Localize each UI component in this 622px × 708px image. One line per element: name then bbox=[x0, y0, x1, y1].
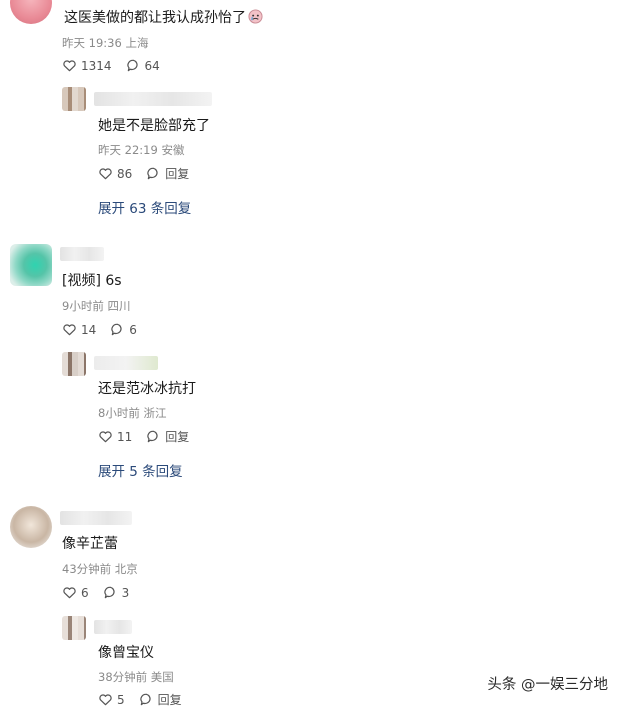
comment-count-button[interactable]: 3 bbox=[103, 585, 130, 600]
speech-bubble-icon bbox=[139, 693, 151, 706]
heart-outline-icon bbox=[63, 324, 76, 336]
speech-bubble-icon bbox=[147, 167, 158, 180]
source-watermark: 头条 @一娱三分地 bbox=[487, 677, 608, 693]
speech-bubble-icon bbox=[126, 59, 138, 72]
comment-actions: 14 6 bbox=[62, 322, 137, 337]
comment-text: 像辛芷蕾 bbox=[62, 536, 118, 552]
like-button[interactable]: 14 bbox=[62, 322, 96, 337]
reply-label: 回复 bbox=[165, 167, 190, 181]
comment-meta: 43分钟前 北京 bbox=[62, 562, 138, 576]
comment-meta: 昨天 19:36 上海 bbox=[62, 36, 149, 50]
speech-bubble-icon bbox=[147, 430, 158, 443]
like-button[interactable]: 6 bbox=[62, 585, 89, 600]
speech-bubble-icon bbox=[111, 323, 122, 336]
reply-meta: 8小时前 浙江 bbox=[98, 406, 167, 420]
reply-count: 3 bbox=[121, 585, 130, 600]
comment-meta: 9小时前 四川 bbox=[62, 299, 131, 313]
reply-meta: 昨天 22:19 安徽 bbox=[98, 143, 185, 157]
avatar[interactable] bbox=[10, 506, 52, 548]
speech-bubble-icon bbox=[103, 586, 115, 599]
reply-username-blurred bbox=[94, 92, 212, 106]
reply-label: 回复 bbox=[165, 430, 190, 444]
reply-button[interactable]: 回复 bbox=[146, 165, 189, 182]
heart-outline-icon bbox=[99, 431, 112, 443]
reply-avatar[interactable] bbox=[62, 616, 86, 640]
like-button[interactable]: 5 bbox=[98, 692, 125, 707]
comment-actions: 1314 64 bbox=[62, 58, 160, 73]
reply-actions: 5 回复 bbox=[98, 691, 182, 708]
reply-username-blurred bbox=[94, 356, 158, 370]
heart-outline-icon bbox=[99, 694, 112, 706]
comment-text: 这医美做的都让我认成孙怡了 bbox=[64, 7, 263, 27]
avatar[interactable] bbox=[10, 244, 52, 286]
expand-replies-link[interactable]: 展开 63 条回复 bbox=[98, 197, 191, 217]
reply-avatar[interactable] bbox=[62, 352, 86, 376]
crying-face-emoji-icon bbox=[248, 9, 263, 24]
like-button[interactable]: 11 bbox=[98, 429, 132, 444]
username-blurred bbox=[60, 247, 104, 261]
like-count: 5 bbox=[117, 692, 125, 707]
reply-text: 像曾宝仪 bbox=[98, 645, 154, 661]
reply-button[interactable]: 回复 bbox=[146, 428, 189, 445]
username-blurred bbox=[60, 511, 132, 525]
like-count: 11 bbox=[117, 429, 133, 444]
reply-text: 她是不是脸部充了 bbox=[98, 118, 210, 134]
reply-username-blurred bbox=[94, 620, 132, 634]
reply-count: 64 bbox=[144, 58, 160, 73]
reply-button[interactable]: 回复 bbox=[139, 691, 182, 708]
like-button[interactable]: 86 bbox=[98, 166, 132, 181]
comment-text-content: 这医美做的都让我认成孙怡了 bbox=[64, 10, 246, 26]
reply-text: 还是范冰冰抗打 bbox=[98, 381, 196, 397]
heart-outline-icon bbox=[63, 60, 76, 72]
like-button[interactable]: 1314 bbox=[62, 58, 112, 73]
reply-label: 回复 bbox=[157, 693, 182, 707]
like-count: 1314 bbox=[81, 58, 112, 73]
comment-text: [视频] 6s bbox=[62, 273, 122, 289]
heart-outline-icon bbox=[63, 587, 76, 599]
heart-outline-icon bbox=[99, 168, 112, 180]
reply-actions: 86 回复 bbox=[98, 165, 189, 182]
reply-actions: 11 回复 bbox=[98, 428, 189, 445]
reply-count: 6 bbox=[129, 322, 137, 337]
like-count: 86 bbox=[117, 166, 133, 181]
reply-avatar[interactable] bbox=[62, 87, 86, 111]
comment-count-button[interactable]: 64 bbox=[126, 58, 160, 73]
comment-actions: 6 3 bbox=[62, 585, 129, 600]
reply-meta: 38分钟前 美国 bbox=[98, 670, 174, 684]
like-count: 6 bbox=[81, 585, 89, 600]
expand-replies-link[interactable]: 展开 5 条回复 bbox=[98, 460, 183, 480]
like-count: 14 bbox=[81, 322, 97, 337]
comment-count-button[interactable]: 6 bbox=[110, 322, 137, 337]
avatar[interactable] bbox=[10, 0, 52, 24]
